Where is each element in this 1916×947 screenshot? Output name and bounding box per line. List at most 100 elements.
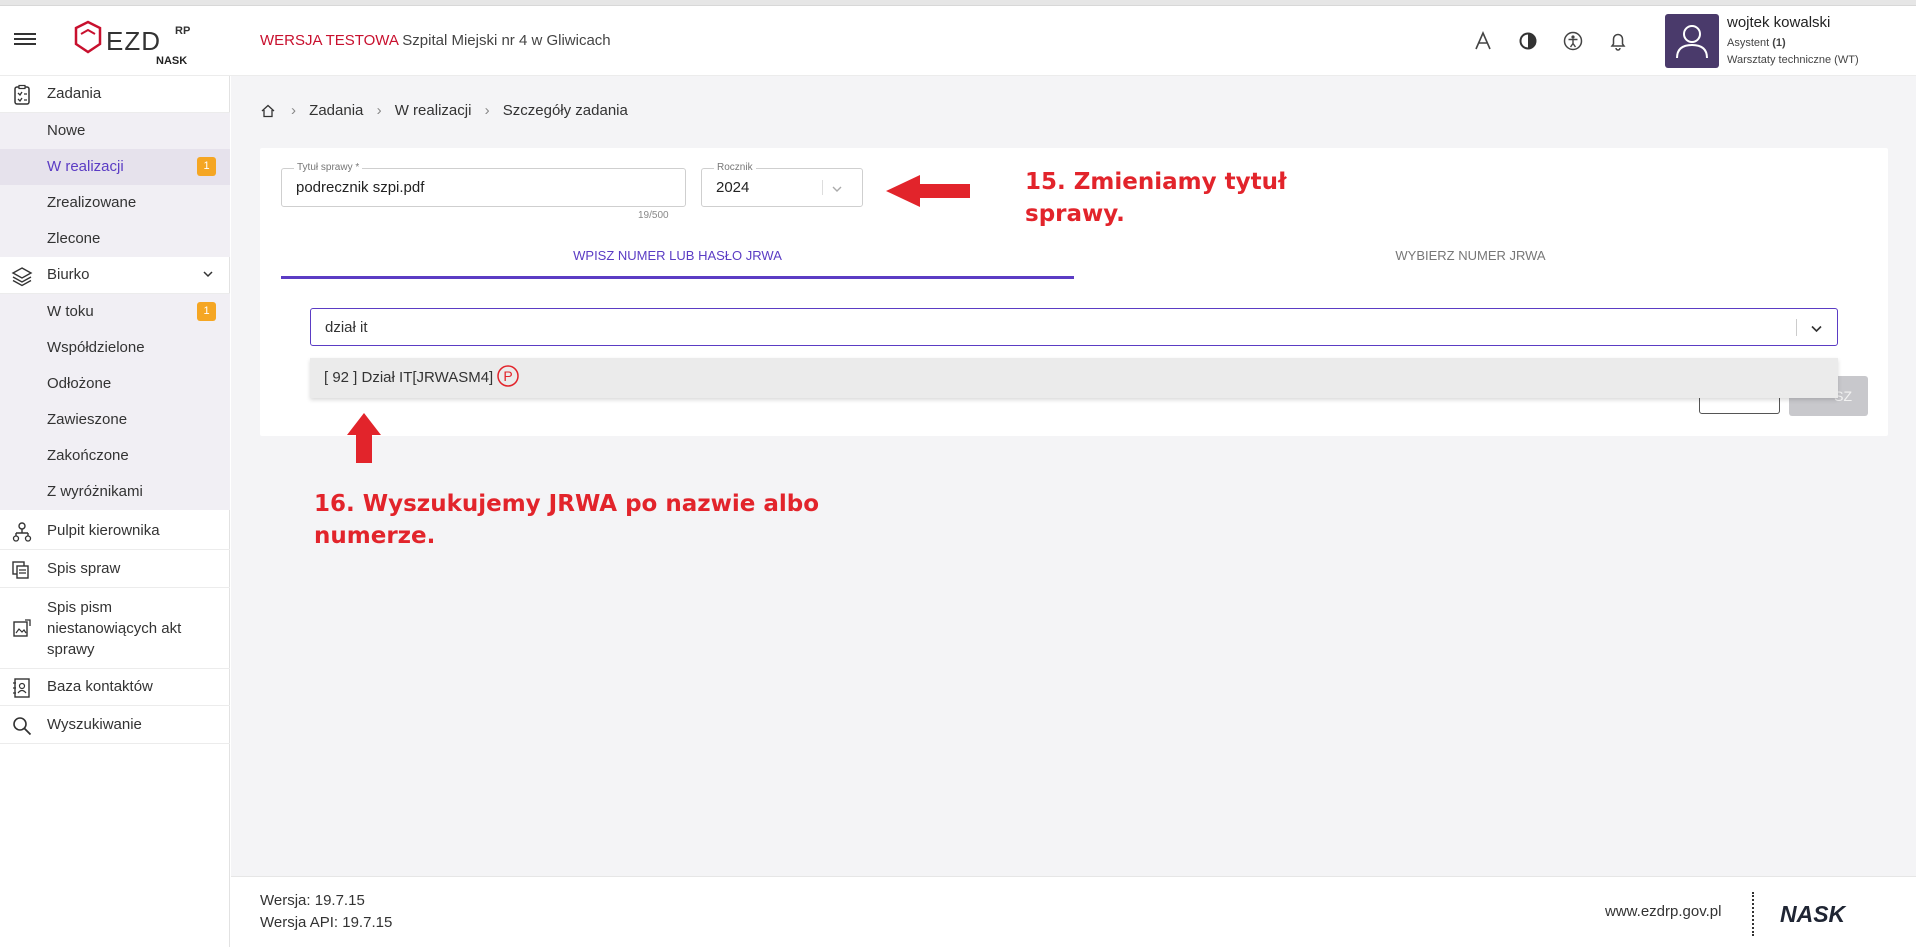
annotation-15: 15. Zmieniamy tytuł sprawy. [1025,166,1287,230]
test-version-label: WERSJA TESTOWA [260,32,399,49]
documents-icon [12,561,29,579]
sidebar-item-odlozone[interactable]: Odłożone [0,366,230,402]
avatar[interactable] [1665,14,1719,68]
sidebar-label: W realizacji [47,158,124,175]
sidebar-item-zadania[interactable]: Zadania [0,76,230,113]
breadcrumb-zadania[interactable]: Zadania [309,102,363,119]
sidebar-label: Zakończone [47,447,129,464]
organization-name: Szpital Miejski nr 4 w Gliwicach [402,32,611,49]
breadcrumb-w-realizacji[interactable]: W realizacji [395,102,472,119]
footer-divider [1752,892,1754,936]
annotation-text: numerze. [314,523,436,549]
contrast-icon[interactable] [1515,28,1541,54]
sidebar-item-spis-spraw[interactable]: Spis spraw [0,551,230,588]
select-divider [822,180,823,195]
sidebar-label: Zlecone [47,230,101,247]
bell-icon[interactable] [1605,28,1631,54]
annotation-arrow-up [347,413,381,463]
site-link[interactable]: www.ezdrp.gov.pl [1605,903,1721,920]
logo-sup: RP [175,25,190,37]
address-book-icon [13,678,30,698]
user-department: Warsztaty techniczne (WT) [1727,54,1859,66]
sidebar-label: Współdzielone [47,339,145,356]
year-value: 2024 [716,179,750,196]
sidebar-label: Spis spraw [47,560,121,577]
sidebar-label: niestanowiących akt [47,620,182,637]
sidebar-label: sprawy [47,641,95,658]
jrwa-search-input[interactable]: dział it [310,308,1838,346]
sidebar-item-z-wyroznikami[interactable]: Z wyróżnikami [0,474,230,510]
logo-text: EZD [106,26,161,56]
annotation-arrow-left [886,175,970,207]
sidebar-item-w-toku[interactable]: W toku 1 [0,294,230,330]
sidebar-label: Zrealizowane [47,194,137,211]
combo-divider [1796,319,1797,336]
sidebar-item-w-realizacji[interactable]: W realizacji 1 [0,149,230,185]
sidebar-label: Odłożone [47,375,112,392]
font-size-icon[interactable] [1470,28,1496,54]
user-name[interactable]: wojtek kowalski [1727,14,1830,31]
sidebar-label: Zawieszone [47,411,128,428]
case-title-field[interactable]: Tytuł sprawy * podrecznik szpi.pdf [281,162,686,207]
sidebar-item-pulpit-kierownika[interactable]: Pulpit kierownika [0,513,230,550]
sidebar-item-zakonczone[interactable]: Zakończone [0,438,230,474]
clipboard-icon [14,84,30,105]
sidebar-item-wspoldzielone[interactable]: Współdzielone [0,330,230,366]
app-header: EZD RP NASK WERSJA TESTOWA Szpital Miejs… [0,6,1916,76]
hamburger-menu-icon[interactable] [14,30,36,52]
nask-logo[interactable]: NASK [1780,901,1888,925]
jrwa-option[interactable]: [ 92 ] Dział IT[JRWASM4] P [310,358,1838,398]
org-chart-icon [12,522,32,542]
sidebar-item-baza-kontaktow[interactable]: Baza kontaktów [0,669,230,706]
breadcrumb-current: Szczegóły zadania [502,102,628,119]
environment-banner: WERSJA TESTOWA Szpital Miejski nr 4 w Gl… [260,32,611,49]
annotation-text: 15. Zmieniamy tytuł [1025,169,1287,195]
sidebar-item-biurko[interactable]: Biurko [0,257,230,294]
document-image-icon [13,619,31,637]
jrwa-option-text: [ 92 ] Dział IT[JRWASM4] [324,369,494,386]
svg-text:NASK: NASK [1780,901,1847,925]
sidebar-label: W toku [47,303,94,320]
sidebar-label: Zadania [47,85,102,102]
sidebar-item-zrealizowane[interactable]: Zrealizowane [0,185,230,221]
tab-choose-jrwa[interactable]: WYBIERZ NUMER JRWA [1074,248,1867,263]
count-badge: 1 [197,302,216,321]
breadcrumb: › Zadania › W realizacji › Szczegóły zad… [282,102,628,119]
year-select[interactable]: Rocznik 2024 [701,162,863,207]
sidebar-item-zlecone[interactable]: Zlecone [0,221,230,257]
chevron-down-icon [832,186,842,192]
chevron-down-icon[interactable] [202,268,214,280]
sidebar-label: Biurko [47,266,90,283]
breadcrumb-separator: › [376,102,382,119]
home-icon[interactable] [260,103,276,119]
sidebar-item-wyszukiwanie[interactable]: Wyszukiwanie [0,707,230,744]
jrwa-search-value[interactable]: dział it [325,319,368,336]
sidebar-label: Nowe [47,122,86,139]
sidebar-label: Pulpit kierownika [47,522,160,539]
sidebar-item-spis-pism[interactable]: Spis pism niestanowiących akt sprawy [0,589,230,669]
case-title-label: Tytuł sprawy * [294,162,363,173]
year-label: Rocznik [714,162,756,173]
tab-enter-jrwa[interactable]: WPISZ NUMER LUB HASŁO JRWA [281,248,1074,263]
case-title-input[interactable]: podrecznik szpi.pdf [296,179,424,196]
sidebar-item-zawieszone[interactable]: Zawieszone [0,402,230,438]
ezd-logo[interactable]: EZD RP NASK [72,18,202,66]
user-role: Asystent (1) [1727,37,1786,49]
p-badge-icon: P [497,365,519,387]
sidebar-label: Z wyróżnikami [47,483,143,500]
sidebar-item-nowe[interactable]: Nowe [0,113,230,149]
annotation-16: 16. Wyszukujemy JRWA po nazwie albo nume… [314,488,819,552]
sidebar-label: Wyszukiwanie [47,716,142,733]
user-icon [1676,25,1708,59]
breadcrumb-separator: › [484,102,490,119]
chevron-down-icon[interactable] [1810,322,1823,335]
char-counter: 19/500 [638,210,669,221]
annotation-text: sprawy. [1025,201,1125,227]
api-version: Wersja API: 19.7.15 [260,914,393,931]
sidebar-label: Spis pism [47,599,113,616]
accessibility-icon[interactable] [1560,28,1586,54]
app-version: Wersja: 19.7.15 [260,892,365,909]
logo-sub: NASK [156,55,187,66]
active-tab-indicator [281,276,1074,279]
sidebar-label: Baza kontaktów [47,678,153,695]
